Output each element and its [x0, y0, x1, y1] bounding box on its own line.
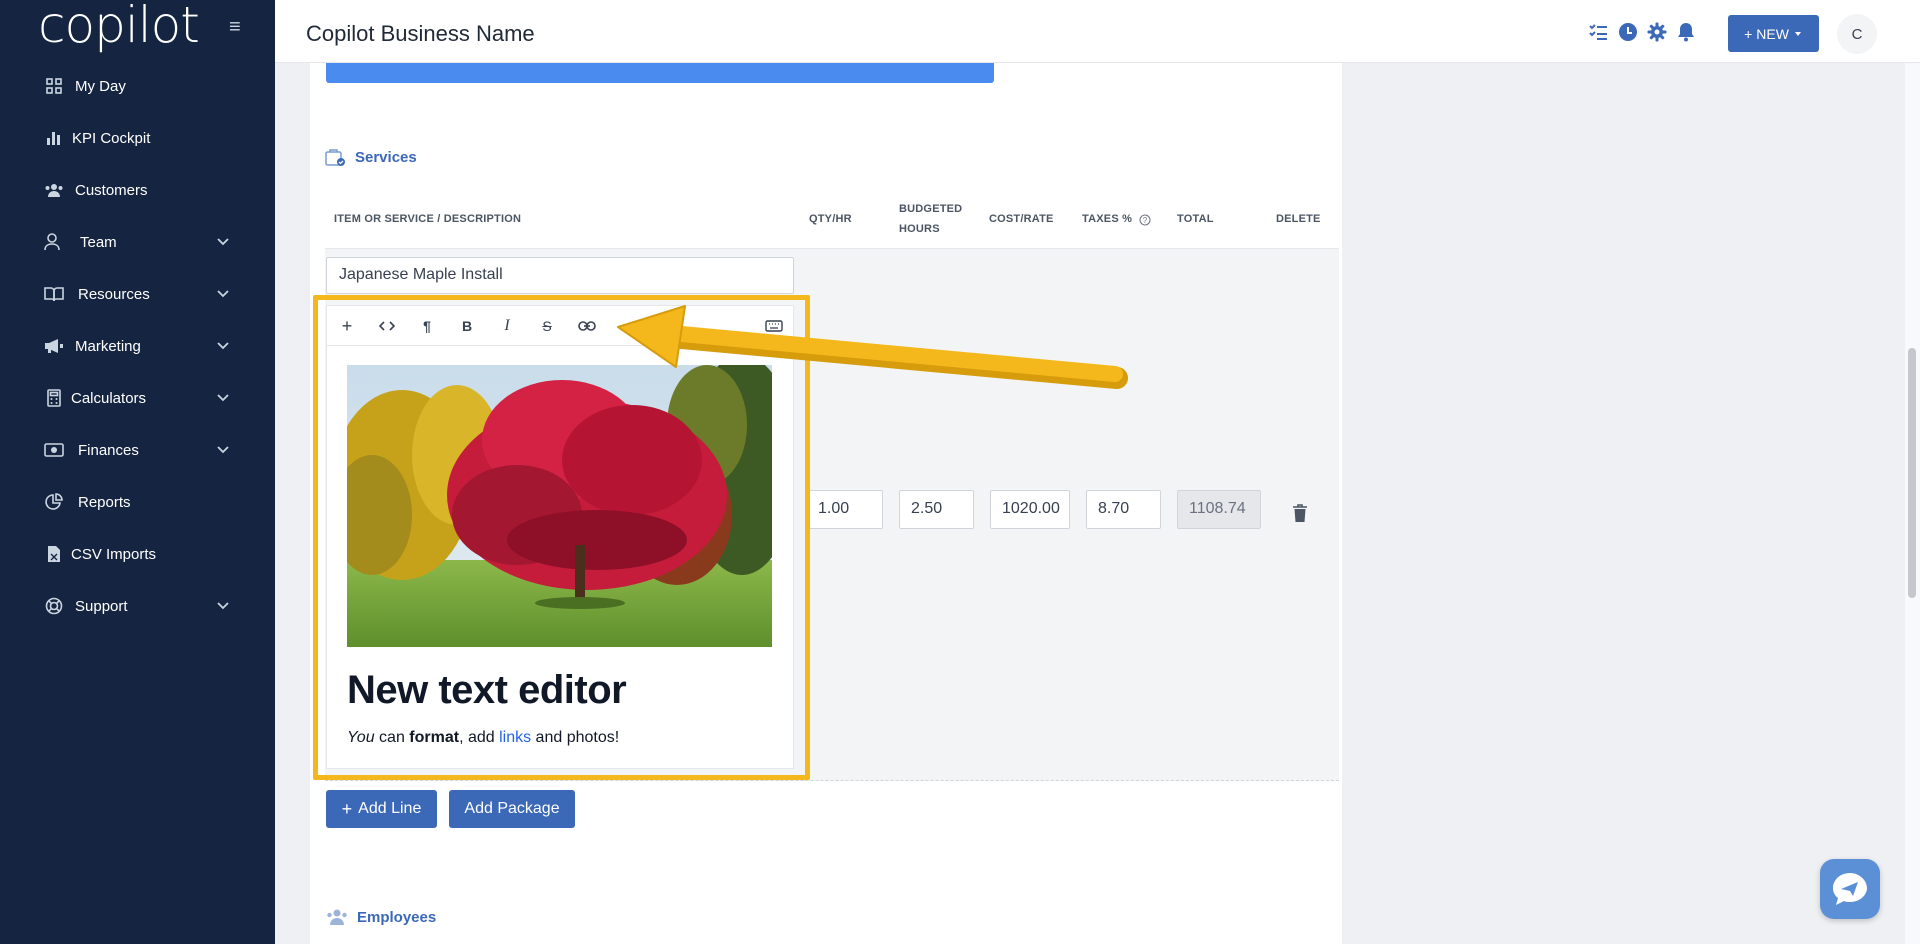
header-item: ITEM OR SERVICE / DESCRIPTION: [334, 213, 522, 225]
sidebar-item-resources[interactable]: Resources: [0, 274, 275, 314]
sidebar-item-support[interactable]: Support: [0, 586, 275, 626]
trash-icon[interactable]: [1292, 504, 1308, 523]
header-hours: HOURS: [899, 223, 940, 235]
sidebar-item-label: CSV Imports: [71, 545, 157, 563]
clock-icon[interactable]: [1618, 22, 1638, 42]
services-icon: [325, 149, 345, 166]
chevron-down-icon: [217, 290, 229, 298]
chevron-down-icon: [217, 394, 229, 402]
sidebar-item-team[interactable]: Team: [0, 222, 275, 262]
header-delete: DELETE: [1276, 213, 1321, 225]
sidebar-item-label: My Day: [75, 77, 126, 95]
highlight-frame: [313, 295, 810, 780]
lifebuoy-icon: [44, 596, 64, 616]
add-package-button[interactable]: Add Package: [449, 790, 575, 828]
sidebar-item-customers[interactable]: Customers: [0, 170, 275, 210]
new-button-label: NEW: [1756, 25, 1789, 42]
gear-icon[interactable]: [1647, 22, 1667, 42]
page-title: Copilot Business Name: [306, 21, 535, 46]
chevron-down-icon: [217, 602, 229, 610]
app-logo[interactable]: copilot: [38, 0, 200, 54]
chat-icon: [1833, 873, 1867, 905]
user-icon: [44, 232, 64, 252]
sidebar-item-label: Support: [75, 597, 128, 615]
item-name-input[interactable]: Japanese Maple Install: [326, 257, 794, 294]
sidebar-item-reports[interactable]: Reports: [0, 482, 275, 522]
plus-icon: +: [341, 798, 353, 819]
cost-rate-input[interactable]: 1020.00: [990, 490, 1070, 529]
sidebar-item-marketing[interactable]: Marketing: [0, 326, 275, 366]
services-title: Services: [355, 149, 417, 166]
sidebar-item-label: Calculators: [71, 389, 147, 407]
grid-icon: [44, 76, 64, 96]
money-icon: [44, 440, 64, 460]
add-line-button[interactable]: + Add Line: [326, 790, 437, 828]
sidebar: copilot ≡ My Day KPI Cockpit Customers T…: [0, 0, 275, 944]
chat-button[interactable]: [1820, 859, 1880, 919]
header-taxes: TAXES %: [1082, 213, 1133, 225]
employees-title: Employees: [357, 909, 437, 926]
total-field: 1108.74: [1177, 490, 1261, 529]
sidebar-item-label: Reports: [78, 493, 131, 511]
svg-text:?: ?: [1143, 216, 1148, 225]
sidebar-item-label: Team: [80, 233, 117, 251]
bar-chart-icon: [44, 128, 64, 148]
avatar[interactable]: C: [1837, 14, 1877, 54]
pie-chart-icon: [44, 492, 64, 512]
bell-icon[interactable]: [1676, 22, 1696, 42]
blue-progress-bar: [326, 63, 994, 83]
add-line-label: Add Line: [358, 800, 422, 817]
sidebar-item-label: Resources: [78, 285, 150, 303]
menu-toggle-icon[interactable]: ≡: [229, 16, 241, 39]
megaphone-icon: [44, 336, 64, 356]
chevron-down-icon: [217, 238, 229, 246]
sidebar-item-label: KPI Cockpit: [72, 129, 151, 147]
calculator-icon: [44, 388, 64, 408]
chevron-down-icon: [217, 342, 229, 350]
budgeted-hours-input[interactable]: 2.50: [899, 490, 974, 529]
book-icon: [44, 284, 64, 304]
sidebar-item-finances[interactable]: Finances: [0, 430, 275, 470]
sidebar-item-label: Marketing: [75, 337, 141, 355]
plus-icon: +: [1744, 25, 1753, 42]
caret-down-icon: [1794, 31, 1801, 36]
users-icon: [44, 180, 64, 200]
sidebar-item-my-day[interactable]: My Day: [0, 66, 275, 106]
sidebar-item-calculators[interactable]: Calculators: [0, 378, 275, 418]
help-circle-icon[interactable]: ?: [1139, 214, 1151, 226]
chevron-down-icon: [217, 446, 229, 454]
task-list-icon[interactable]: [1588, 22, 1608, 42]
taxes-input[interactable]: 8.70: [1086, 490, 1161, 529]
top-bar: Copilot Business Name + NEW C: [275, 0, 1920, 63]
scrollbar-thumb[interactable]: [1908, 348, 1916, 598]
sidebar-item-label: Finances: [78, 441, 139, 459]
header-qty: QTY/HR: [809, 213, 852, 225]
file-icon: [44, 544, 64, 564]
sidebar-item-csv-imports[interactable]: CSV Imports: [0, 534, 275, 574]
employees-icon: [327, 909, 347, 925]
header-cost: COST/RATE: [989, 213, 1054, 225]
sidebar-item-kpi-cockpit[interactable]: KPI Cockpit: [0, 118, 275, 158]
header-budgeted: BUDGETED: [899, 203, 963, 215]
qty-input[interactable]: 1.00: [806, 490, 883, 529]
sidebar-item-label: Customers: [75, 181, 148, 199]
header-total: TOTAL: [1177, 213, 1214, 225]
new-button[interactable]: + NEW: [1728, 15, 1819, 52]
